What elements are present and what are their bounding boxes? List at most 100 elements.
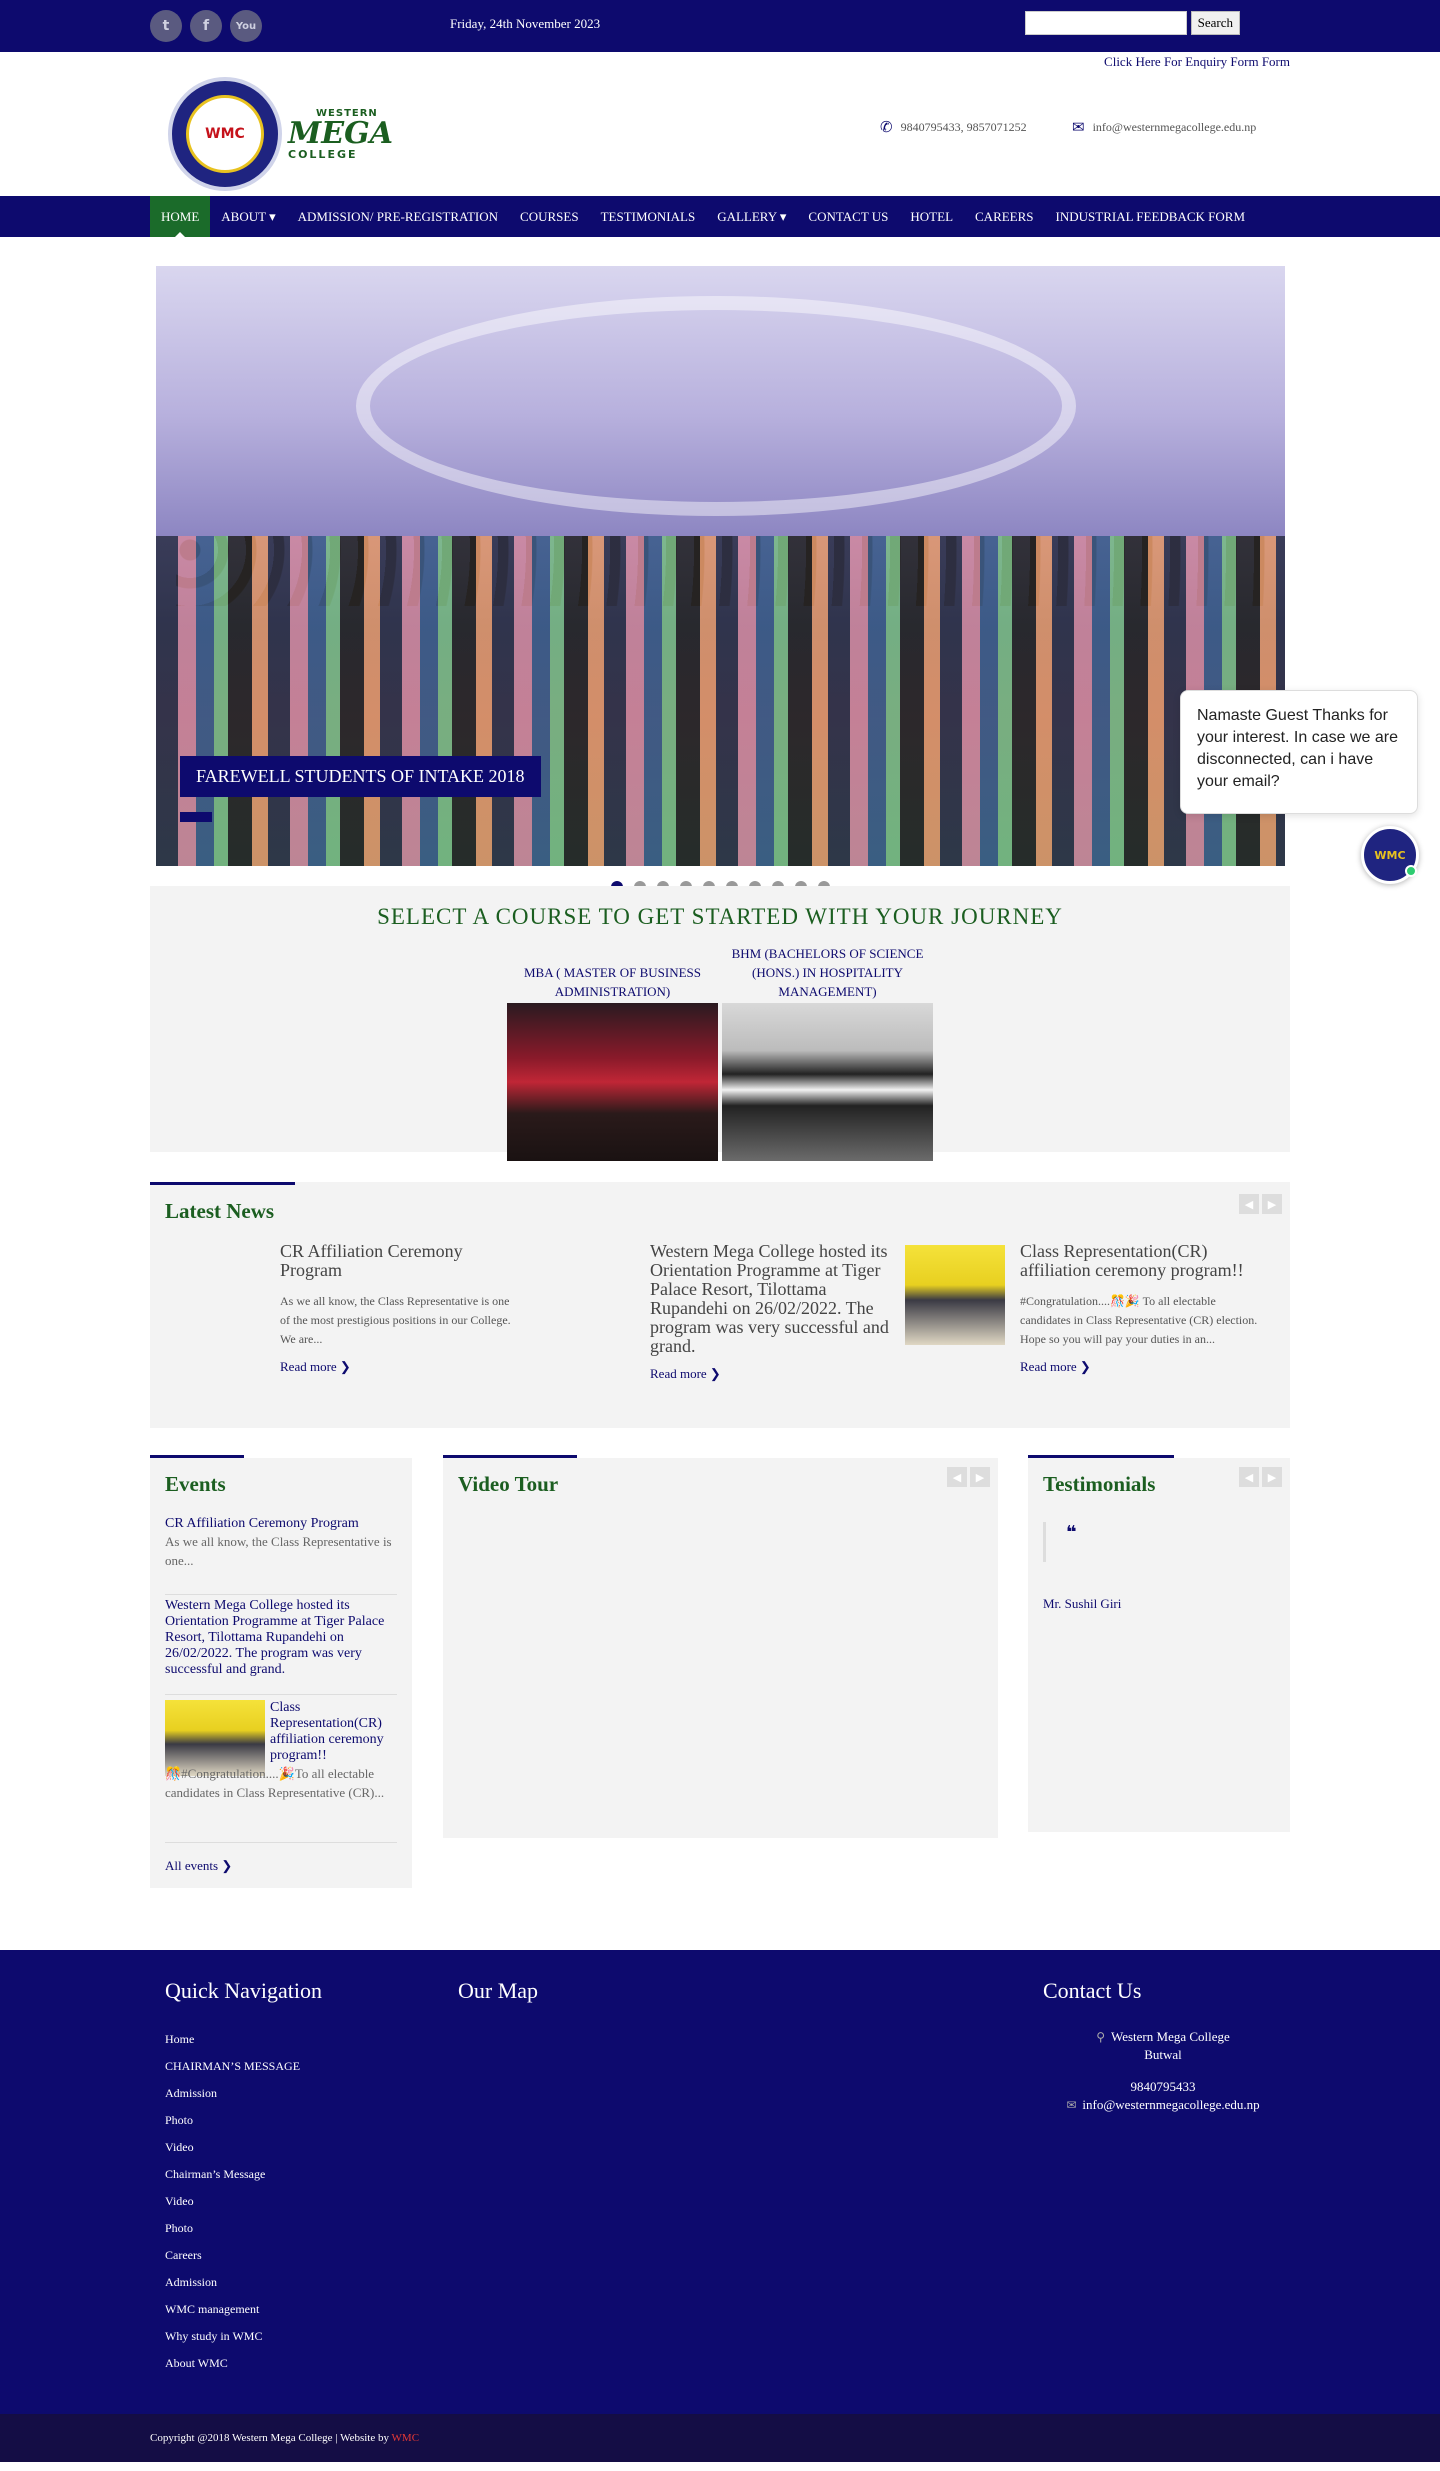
next-arrow-icon[interactable]: ▶ [970,1467,990,1487]
read-more-link[interactable]: Read more ❯ [1020,1359,1265,1375]
brand-wordmark: WESTERN MEGA COLLEGE [288,108,393,161]
footer-phone: 9840795433 [1130,2079,1196,2094]
read-more-link[interactable]: Read more ❯ [280,1359,520,1375]
quote-icon: ❝ [1043,1522,1077,1562]
footer-nav-item[interactable]: CHAIRMAN’S MESSAGE [165,2059,300,2086]
address-line2: Butwal [1144,2047,1182,2062]
footer-nav-item[interactable]: Photo [165,2113,300,2140]
hero-slider[interactable]: FAREWELL STUDENTS OF INTAKE 2018 [150,266,1290,893]
nav-feedback[interactable]: INDUSTRIAL FEEDBACK FORM [1045,196,1256,237]
envelope-icon: ✉ [1066,2098,1077,2112]
news-item: Class Representation(CR) affiliation cer… [1020,1242,1265,1375]
news-thumbnail[interactable] [905,1245,1005,1345]
news-item-title[interactable]: CR Affiliation Ceremony Program [280,1242,520,1280]
video-carousel-controls: ◀ ▶ [947,1467,990,1487]
brand-bottom: COLLEGE [288,147,358,161]
section-accent [443,1455,577,1458]
college-logo[interactable]: WMC WESTERN MEGA COLLEGE [168,77,393,191]
online-status-icon [1405,865,1417,877]
nav-contact[interactable]: CONTACT US [797,196,899,237]
video-tour-panel: Video Tour ◀ ▶ [443,1455,998,1838]
news-item: CR Affiliation Ceremony Program As we al… [280,1242,520,1375]
all-events-link[interactable]: All events ❯ [165,1858,232,1874]
chat-message[interactable]: Namaste Guest Thanks for your interest. … [1180,690,1418,814]
event-item: CR Affiliation Ceremony Program As we al… [165,1516,397,1570]
social-links: t f You [150,10,262,42]
course-image[interactable] [722,1003,933,1161]
header-email[interactable]: ✉ info@westernmegacollege.edu.np [1072,118,1256,136]
college-seal: WMC [168,77,282,191]
section-accent [150,1182,295,1185]
email-text: info@westernmegacollege.edu.np [1092,119,1257,134]
news-item-title[interactable]: Western Mega College hosted its Orientat… [650,1242,895,1356]
slide-caption-bar [180,812,212,822]
next-arrow-icon[interactable]: ▶ [1262,1467,1282,1487]
search-input[interactable] [1024,11,1187,35]
nav-admission[interactable]: ADMISSION/ PRE-REGISTRATION [287,196,509,237]
latest-news-section: Latest News ◀ ▶ CR Affiliation Ceremony … [150,1182,1290,1428]
facebook-icon[interactable]: f [190,10,222,42]
prev-arrow-icon[interactable]: ◀ [1239,1194,1259,1214]
prev-arrow-icon[interactable]: ◀ [947,1467,967,1487]
course-card-bhm[interactable]: BHM (BACHELORS OF SCIENCE (HONS.) IN HOS… [722,944,933,1161]
current-date: Friday, 24th November 2023 [450,16,601,31]
testimonials-panel: Testimonials ◀ ▶ ❝ Mr. Sushil Giri [1028,1455,1290,1832]
search-button[interactable]: Search [1190,11,1240,35]
twitter-icon[interactable]: t [150,10,182,42]
footer-map-title: Our Map [458,1978,539,2003]
nav-hotel[interactable]: HOTEL [899,196,964,237]
nav-gallery[interactable]: GALLERY ▾ [706,196,797,237]
section-accent [150,1455,244,1458]
nav-testimonials[interactable]: TESTIMONIALS [590,196,707,237]
footer-nav-item[interactable]: About WMC [165,2356,300,2383]
header-phone: ✆ 9840795433, 9857071252 [880,118,1027,136]
footer-email[interactable]: info@westernmegacollege.edu.np [1082,2097,1259,2112]
next-arrow-icon[interactable]: ▶ [1262,1194,1282,1214]
footer-nav-item[interactable]: Video [165,2194,300,2221]
nav-courses[interactable]: COURSES [509,196,590,237]
events-panel: Events CR Affiliation Ceremony Program A… [150,1455,412,1888]
footer-nav-item[interactable]: Careers [165,2248,300,2275]
address-line1: Western Mega College [1110,2029,1230,2044]
event-title[interactable]: Class Representation(CR) affiliation cer… [270,1700,397,1764]
phone-text: 9840795433, 9857071252 [900,119,1027,134]
seal-center: WMC [186,95,264,173]
event-title[interactable]: Western Mega College hosted its Orientat… [165,1598,397,1678]
footer-nav-item[interactable]: Photo [165,2221,300,2248]
news-item-title[interactable]: Class Representation(CR) affiliation cer… [1020,1242,1265,1280]
event-desc: As we all know, the Class Representative… [165,1534,392,1568]
copyright-bar: Copyright @2018 Western Mega College | W… [0,2414,1440,2462]
event-title[interactable]: CR Affiliation Ceremony Program [165,1516,397,1532]
prev-arrow-icon[interactable]: ◀ [1239,1467,1259,1487]
course-image[interactable] [507,1003,718,1161]
phone-icon: ✆ [880,118,893,136]
nav-about[interactable]: ABOUT ▾ [210,196,286,237]
footer-nav-item[interactable]: Video [165,2140,300,2167]
site-footer: Quick Navigation Home CHAIRMAN’S MESSAGE A… [0,1950,1440,2414]
slide-caption: FAREWELL STUDENTS OF INTAKE 2018 [180,756,541,797]
event-desc: 🎊#Congratulation....🎉To all electable ca… [165,1766,385,1800]
footer-nav-item[interactable]: Admission [165,2275,300,2302]
top-bar: t f You Friday, 24th November 2023 Searc… [0,0,1440,52]
section-accent [1028,1455,1174,1458]
testimonials-title: Testimonials [1043,1472,1156,1496]
footer-nav-item[interactable]: WMC management [165,2302,300,2329]
youtube-icon[interactable]: You [230,10,262,42]
read-more-link[interactable]: Read more ❯ [650,1366,895,1382]
event-item-desc-block: 🎊#Congratulation....🎉To all electable ca… [165,1764,397,1802]
course-title[interactable]: BHM (BACHELORS OF SCIENCE (HONS.) IN HOS… [722,944,933,1001]
course-card-mba[interactable]: MBA ( MASTER OF BUSINESS ADMINISTRATION) [507,963,718,1161]
enquiry-form-link[interactable]: Click Here For Enquiry Form Form [1104,54,1290,70]
info-columns: Events CR Affiliation Ceremony Program A… [150,1455,1290,1888]
footer-nav-item[interactable]: Admission [165,2086,300,2113]
nav-careers[interactable]: CAREERS [964,196,1045,237]
footer-nav-item[interactable]: Why study in WMC [165,2329,300,2356]
nav-home[interactable]: HOME [150,196,211,237]
credit-link[interactable]: WMC [392,2432,420,2444]
envelope-icon: ✉ [1072,118,1085,136]
footer-nav-item[interactable]: Chairman’s Message [165,2167,300,2194]
course-title[interactable]: MBA ( MASTER OF BUSINESS ADMINISTRATION) [507,963,718,1001]
footer-nav-item[interactable]: Home [165,2032,300,2059]
location-pin-icon: ⚲ [1096,2030,1105,2044]
event-item: Class Representation(CR) affiliation cer… [270,1700,397,1764]
